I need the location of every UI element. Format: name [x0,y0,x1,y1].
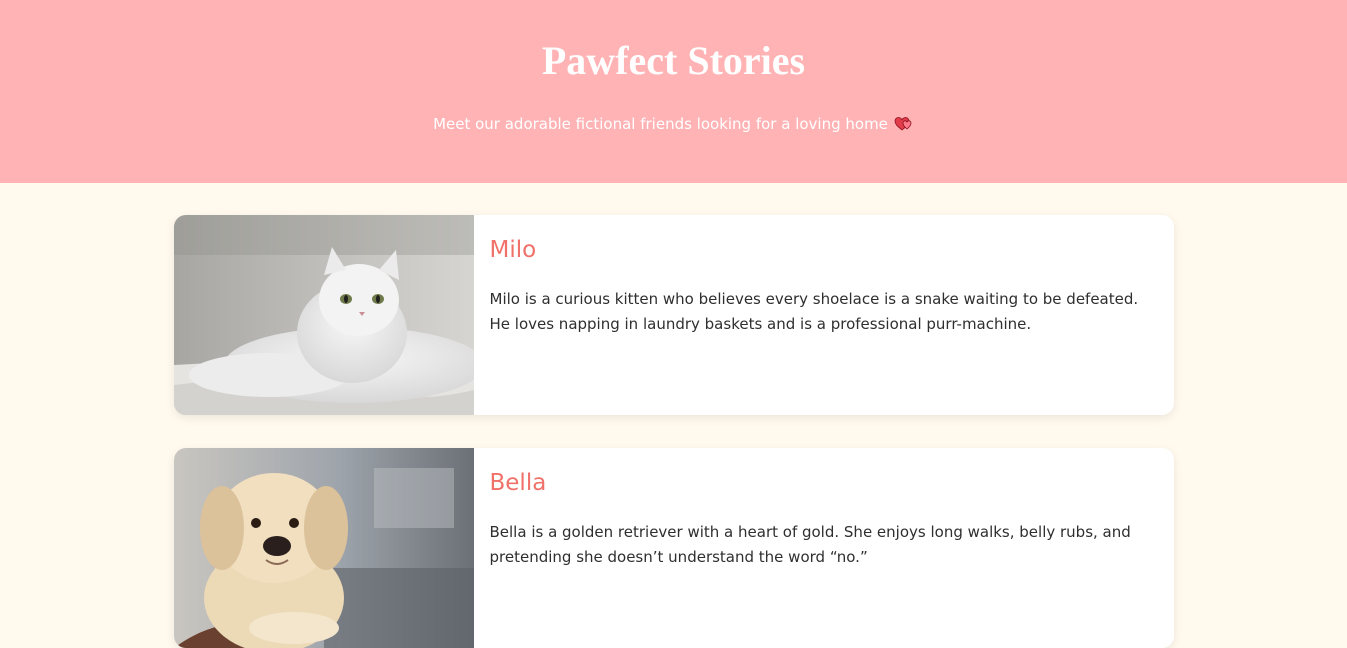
page-title: Pawfect Stories [541,38,806,83]
pet-card-body: Milo Milo is a curious kitten who believ… [474,215,1174,415]
golden-retriever-puppy-photo [173,448,474,648]
hearts-icon [894,116,914,132]
page-subtitle: Meet our adorable fictional friends look… [433,113,914,135]
subtitle-text: Meet our adorable fictional friends look… [433,115,888,133]
pet-card: Milo Milo is a curious kitten who believ… [173,215,1174,415]
pet-card-list: Milo Milo is a curious kitten who believ… [173,215,1174,648]
white-persian-cat-photo [173,215,474,415]
pet-card: Bella Bella is a golden retriever with a… [173,448,1174,648]
page-header: Pawfect Stories Meet our adorable fictio… [0,0,1347,183]
pet-description: Bella is a golden retriever with a heart… [489,523,1131,566]
pet-description: Milo is a curious kitten who believes ev… [489,290,1139,333]
pet-card-body: Bella Bella is a golden retriever with a… [474,448,1174,648]
pet-name: Bella [489,470,547,496]
pet-name: Milo [489,237,537,263]
